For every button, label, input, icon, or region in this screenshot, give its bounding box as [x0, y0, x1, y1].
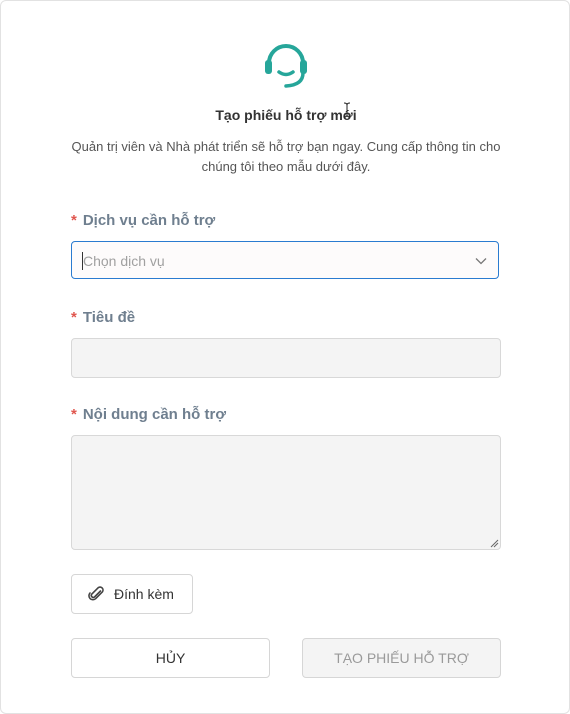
content-label-text: Nội dung cần hỗ trợ: [82, 406, 226, 423]
cancel-button[interactable]: HỦY: [71, 638, 270, 678]
create-ticket-button[interactable]: TẠO PHIẾU HỖ TRỢ: [302, 638, 501, 678]
service-label: * Dịch vụ cần hỗ trợ: [71, 212, 215, 229]
text-cursor-icon: [343, 102, 351, 118]
required-marker: *: [71, 309, 77, 326]
dialog-subtitle: Quản trị viên và Nhà phát triển sẽ hỗ tr…: [71, 139, 501, 174]
title-label-text: Tiêu đề: [82, 309, 136, 326]
content-label: * Nội dung cần hỗ trợ: [71, 406, 226, 423]
service-label-text: Dịch vụ cần hỗ trợ: [82, 212, 216, 229]
attach-button[interactable]: Đính kèm: [71, 574, 193, 614]
required-marker: *: [71, 212, 77, 229]
content-textarea[interactable]: [71, 435, 501, 550]
required-marker: *: [71, 406, 77, 423]
headset-icon: [265, 44, 307, 88]
resize-handle-icon[interactable]: [489, 538, 499, 548]
attach-label: Đính kèm: [114, 586, 174, 602]
paperclip-icon: [88, 586, 104, 601]
create-ticket-dialog: Tạo phiếu hỗ trợ mới Quản trị viên và Nh…: [0, 0, 570, 714]
service-placeholder: Chọn dịch vụ: [83, 253, 165, 269]
dialog-title: Tạo phiếu hỗ trợ mới: [215, 107, 357, 123]
chevron-down-icon[interactable]: [474, 254, 488, 268]
service-select[interactable]: Chọn dịch vụ: [71, 241, 499, 279]
title-input[interactable]: [71, 338, 501, 378]
title-label: * Tiêu đề: [71, 309, 135, 326]
